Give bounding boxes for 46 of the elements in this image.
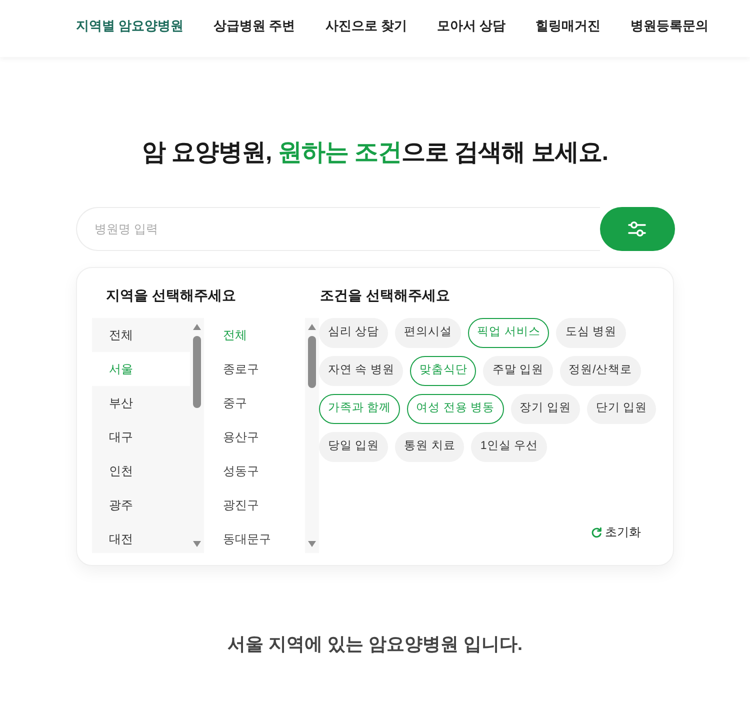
nav-link[interactable]: 힐링매거진: [536, 16, 600, 36]
region-item[interactable]: 광주: [92, 488, 190, 522]
scrollbar-thumb[interactable]: [193, 336, 201, 408]
region-item[interactable]: 부산: [92, 386, 190, 420]
scrollbar-track[interactable]: [190, 318, 204, 553]
page-heading: 암 요양병원, 원하는 조건으로 검색해 보세요.: [142, 138, 608, 168]
condition-chip[interactable]: 단기 입원: [586, 394, 656, 424]
condition-chip[interactable]: 편의시설: [395, 318, 462, 348]
section-title: 조건을 선택해주세요: [319, 286, 451, 305]
refresh-icon: [591, 526, 602, 538]
region-item[interactable]: 인천: [92, 454, 190, 488]
condition-chip[interactable]: 장기 입원: [510, 394, 580, 424]
nav-link[interactable]: 지역별 암요양병원: [76, 16, 184, 36]
nav-link[interactable]: 상급병원 주변: [214, 16, 296, 36]
search-field[interactable]: 병원명 입력: [76, 207, 600, 251]
scroll-up-icon[interactable]: [308, 324, 316, 330]
condition-chip[interactable]: 정원/산책로: [560, 356, 641, 386]
nav-link[interactable]: 사진으로 찾기: [325, 16, 407, 36]
scroll-down-icon[interactable]: [308, 541, 316, 547]
scroll-up-icon[interactable]: [193, 324, 201, 330]
district-item[interactable]: 성동구: [204, 454, 305, 488]
condition-chip[interactable]: 통원 치료: [395, 432, 464, 462]
condition-chip[interactable]: 도심 병원: [556, 318, 626, 348]
district-item[interactable]: 동대문구: [204, 522, 305, 553]
scrollbar-track[interactable]: [305, 318, 319, 553]
section-title: 지역을 선택해주세요: [105, 286, 237, 305]
region-item[interactable]: 전체: [92, 318, 190, 352]
condition-chip[interactable]: 심리 상담: [319, 318, 388, 348]
region-item[interactable]: 대구: [92, 420, 190, 454]
reset-button[interactable]: 초기화: [591, 523, 641, 541]
result-message: 서울 지역에 있는 암요양병원 입니다.: [227, 633, 522, 656]
condition-chip[interactable]: 자연 속 병원: [319, 356, 404, 386]
scroll-down-icon[interactable]: [193, 541, 201, 547]
condition-chip[interactable]: 1인실 우선: [471, 432, 547, 462]
nav-link[interactable]: 병원등록문의: [630, 16, 708, 36]
district-item[interactable]: 광진구: [204, 488, 305, 522]
district-item[interactable]: 용산구: [204, 420, 305, 454]
district-item[interactable]: 중구: [204, 386, 305, 420]
district-item[interactable]: 종로구: [204, 352, 305, 386]
scrollbar-thumb[interactable]: [308, 336, 316, 388]
filter-button[interactable]: [600, 207, 674, 251]
nav-link[interactable]: 모아서 상담: [436, 16, 506, 36]
sliders-icon: [628, 221, 646, 237]
region-item[interactable]: 대전: [92, 522, 190, 553]
condition-chip[interactable]: 당일 입원: [319, 432, 388, 462]
condition-chip[interactable]: 주말 입원: [483, 356, 553, 386]
